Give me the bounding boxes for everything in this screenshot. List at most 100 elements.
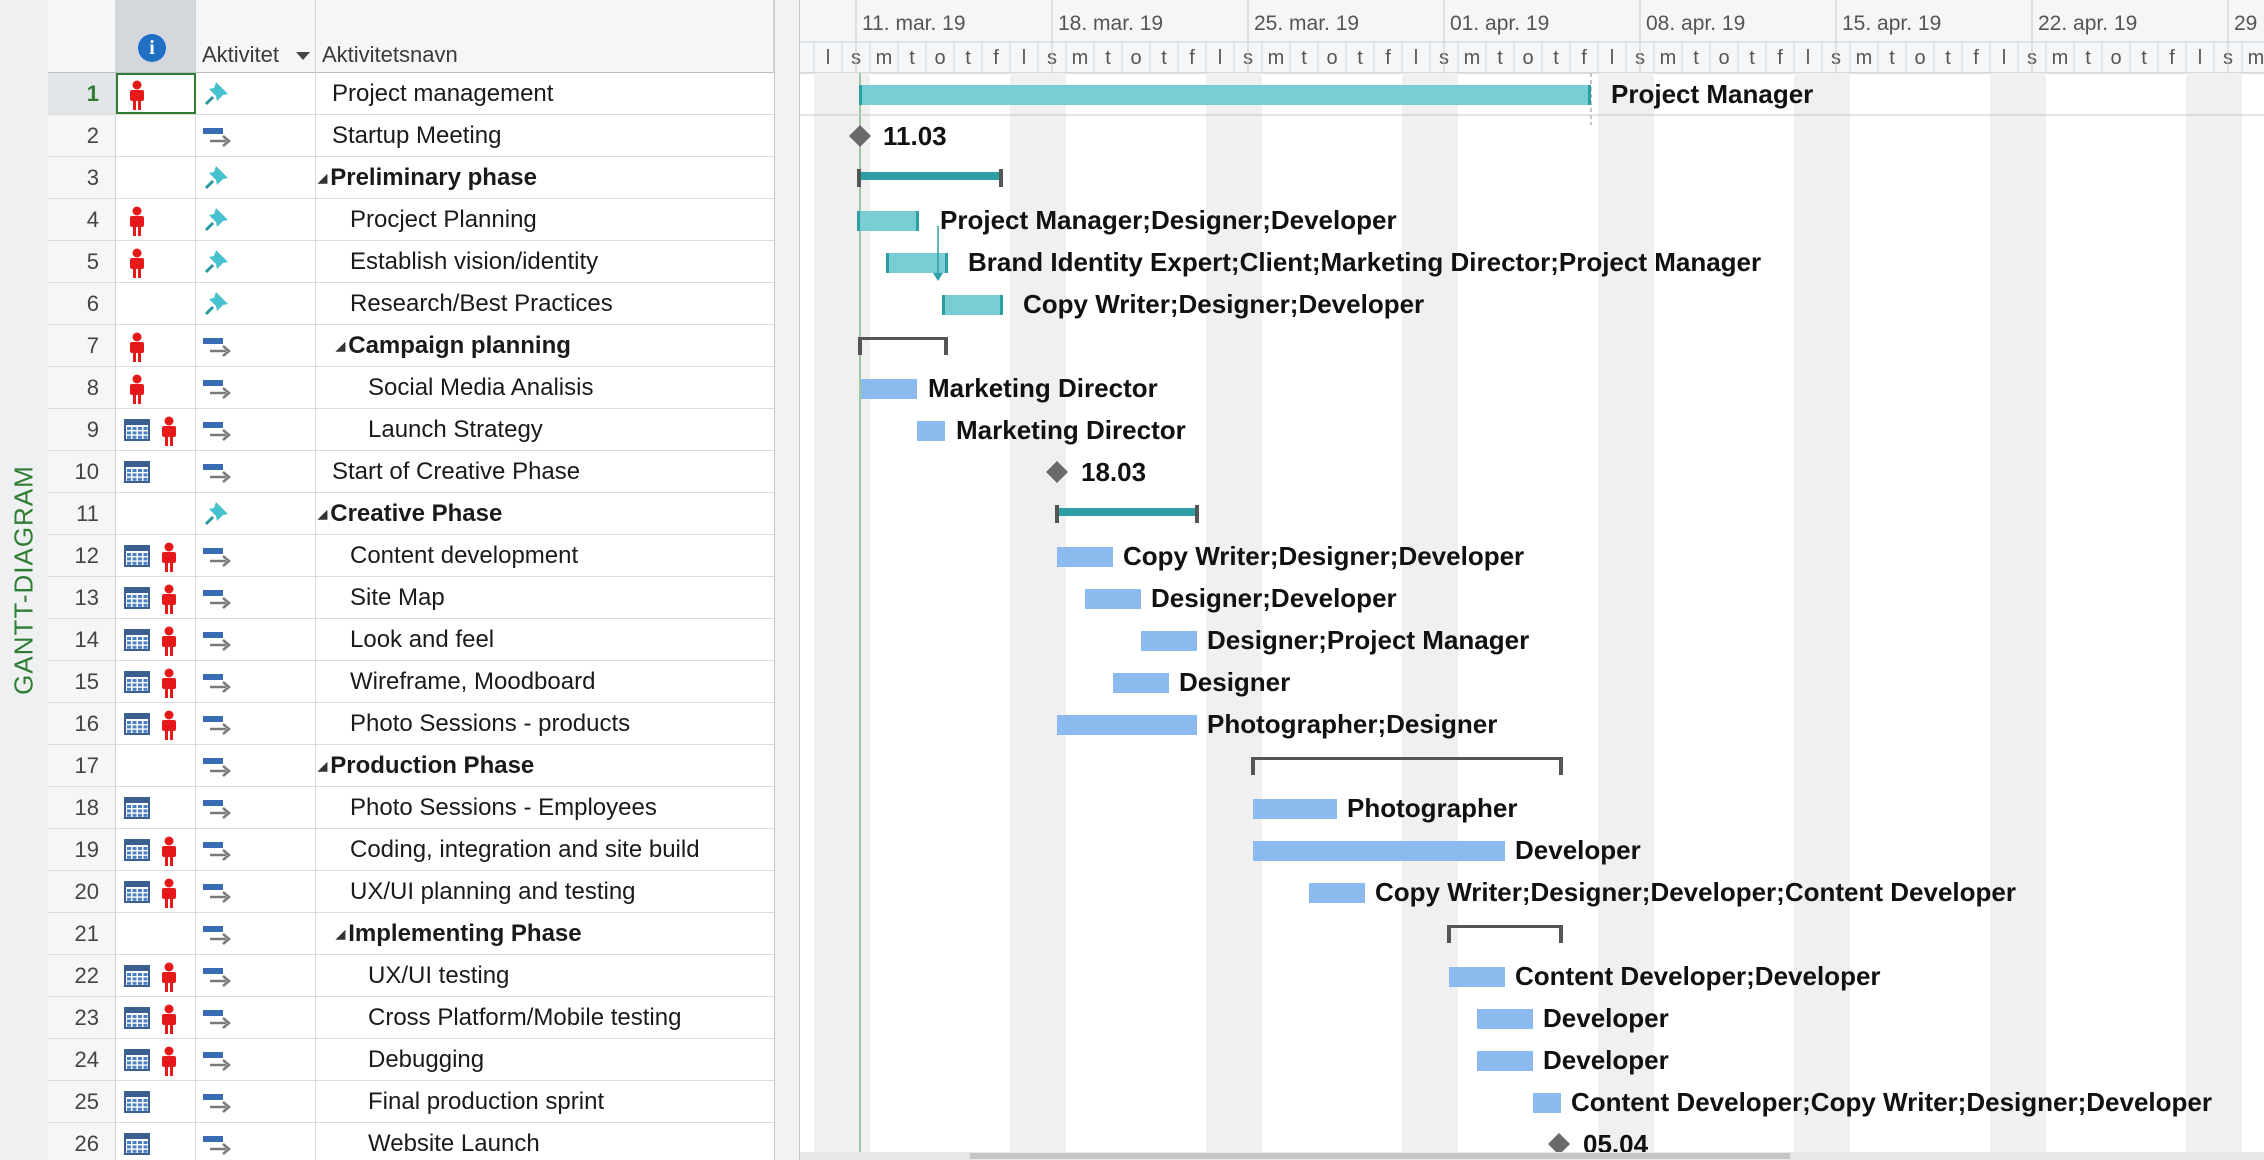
collapse-triangle-icon[interactable]: ◢: [336, 326, 345, 366]
indicators-cell[interactable]: [116, 73, 196, 114]
row-number[interactable]: 26: [48, 1123, 116, 1160]
indicators-cell[interactable]: [116, 199, 196, 240]
row-number[interactable]: 18: [48, 787, 116, 828]
indicators-cell[interactable]: [116, 829, 196, 870]
task-mode-cell[interactable]: [196, 955, 316, 996]
indicators-cell[interactable]: [116, 241, 196, 282]
table-row[interactable]: 5 Establish vision/identity: [48, 241, 774, 283]
task-name-cell[interactable]: Wireframe, Moodboard: [316, 661, 774, 702]
indicators-cell[interactable]: [116, 1123, 196, 1160]
table-row[interactable]: 8 Social Media Analisis: [48, 367, 774, 409]
indicators-cell[interactable]: [116, 703, 196, 744]
task-mode-cell[interactable]: [196, 997, 316, 1038]
task-mode-cell[interactable]: [196, 409, 316, 450]
task-mode-cell[interactable]: [196, 1123, 316, 1160]
view-bar[interactable]: GANTT-DIAGRAM: [0, 0, 49, 1160]
row-number[interactable]: 2: [48, 115, 116, 156]
indicators-cell[interactable]: [116, 745, 196, 786]
task-name-cell[interactable]: Startup Meeting: [316, 115, 774, 156]
row-number[interactable]: 4: [48, 199, 116, 240]
task-name-cell[interactable]: Launch Strategy: [316, 409, 774, 450]
indicators-cell[interactable]: [116, 661, 196, 702]
indicators-cell[interactable]: [116, 997, 196, 1038]
task-name-cell[interactable]: ◢ Preliminary phase: [316, 157, 774, 198]
row-number[interactable]: 14: [48, 619, 116, 660]
task-mode-cell[interactable]: [196, 241, 316, 282]
table-row[interactable]: 20 UX/UI planning and testing: [48, 871, 774, 913]
task-mode-column-header[interactable]: Aktivitet: [196, 0, 316, 73]
task-name-cell[interactable]: Website Launch: [316, 1123, 774, 1160]
table-row[interactable]: 23 Cross Platform/Mobile testing: [48, 997, 774, 1039]
task-name-cell[interactable]: Final production sprint: [316, 1081, 774, 1122]
task-mode-cell[interactable]: [196, 1039, 316, 1080]
task-name-cell[interactable]: Look and feel: [316, 619, 774, 660]
table-row[interactable]: 7 ◢ Campaign planning: [48, 325, 774, 367]
select-all-corner[interactable]: [48, 0, 116, 73]
table-row[interactable]: 2 Startup Meeting: [48, 115, 774, 157]
table-row[interactable]: 21 ◢ Implementing Phase: [48, 913, 774, 955]
task-name-cell[interactable]: Photo Sessions - products: [316, 703, 774, 744]
table-row[interactable]: 18 Photo Sessions - Employees: [48, 787, 774, 829]
task-mode-cell[interactable]: [196, 661, 316, 702]
table-row[interactable]: 12 Content development: [48, 535, 774, 577]
task-mode-cell[interactable]: [196, 157, 316, 198]
table-row[interactable]: 9 Launch Strategy: [48, 409, 774, 451]
indicators-cell[interactable]: [116, 451, 196, 492]
indicators-cell[interactable]: [116, 409, 196, 450]
table-row[interactable]: 3 ◢ Preliminary phase: [48, 157, 774, 199]
task-mode-cell[interactable]: [196, 451, 316, 492]
collapse-triangle-icon[interactable]: ◢: [318, 746, 327, 786]
indicators-cell[interactable]: [116, 535, 196, 576]
collapse-triangle-icon[interactable]: ◢: [336, 914, 345, 954]
task-name-cell[interactable]: ◢ Implementing Phase: [316, 913, 774, 954]
indicators-cell[interactable]: [116, 577, 196, 618]
row-number[interactable]: 17: [48, 745, 116, 786]
row-number[interactable]: 9: [48, 409, 116, 450]
task-name-column-header[interactable]: Aktivitetsnavn: [316, 0, 774, 73]
table-row[interactable]: 11 ◢ Creative Phase: [48, 493, 774, 535]
table-row[interactable]: 10 Start of Creative Phase: [48, 451, 774, 493]
row-number[interactable]: 21: [48, 913, 116, 954]
table-row[interactable]: 17 ◢ Production Phase: [48, 745, 774, 787]
task-name-cell[interactable]: Research/Best Practices: [316, 283, 774, 324]
task-mode-cell[interactable]: [196, 703, 316, 744]
task-mode-cell[interactable]: [196, 493, 316, 534]
task-mode-cell[interactable]: [196, 745, 316, 786]
collapse-triangle-icon[interactable]: ◢: [318, 494, 327, 534]
task-mode-cell[interactable]: [196, 871, 316, 912]
indicators-cell[interactable]: [116, 115, 196, 156]
task-name-cell[interactable]: ◢ Production Phase: [316, 745, 774, 786]
task-mode-cell[interactable]: [196, 283, 316, 324]
task-mode-cell[interactable]: [196, 619, 316, 660]
indicators-cell[interactable]: [116, 619, 196, 660]
collapse-triangle-icon[interactable]: ◢: [318, 158, 327, 198]
task-name-cell[interactable]: Cross Platform/Mobile testing: [316, 997, 774, 1038]
row-number[interactable]: 22: [48, 955, 116, 996]
row-number[interactable]: 1: [48, 73, 116, 114]
task-name-cell[interactable]: Start of Creative Phase: [316, 451, 774, 492]
table-row[interactable]: 22 UX/UI testing: [48, 955, 774, 997]
table-row[interactable]: 24 Debugging: [48, 1039, 774, 1081]
row-number[interactable]: 23: [48, 997, 116, 1038]
table-row[interactable]: 25 Final production sprint: [48, 1081, 774, 1123]
task-name-cell[interactable]: Site Map: [316, 577, 774, 618]
row-number[interactable]: 12: [48, 535, 116, 576]
row-number[interactable]: 20: [48, 871, 116, 912]
task-name-cell[interactable]: Social Media Analisis: [316, 367, 774, 408]
table-row[interactable]: 14 Look and feel: [48, 619, 774, 661]
task-mode-cell[interactable]: [196, 115, 316, 156]
indicators-cell[interactable]: [116, 1081, 196, 1122]
task-mode-cell[interactable]: [196, 325, 316, 366]
table-row[interactable]: 1 Project management: [48, 73, 774, 115]
indicators-cell[interactable]: [116, 157, 196, 198]
task-name-cell[interactable]: ◢ Campaign planning: [316, 325, 774, 366]
table-row[interactable]: 6 Research/Best Practices: [48, 283, 774, 325]
table-row[interactable]: 4 Procject Planning: [48, 199, 774, 241]
row-number[interactable]: 13: [48, 577, 116, 618]
task-name-cell[interactable]: Debugging: [316, 1039, 774, 1080]
indicators-cell[interactable]: [116, 493, 196, 534]
row-number[interactable]: 8: [48, 367, 116, 408]
task-name-cell[interactable]: Establish vision/identity: [316, 241, 774, 282]
task-mode-cell[interactable]: [196, 1081, 316, 1122]
task-name-cell[interactable]: Coding, integration and site build: [316, 829, 774, 870]
